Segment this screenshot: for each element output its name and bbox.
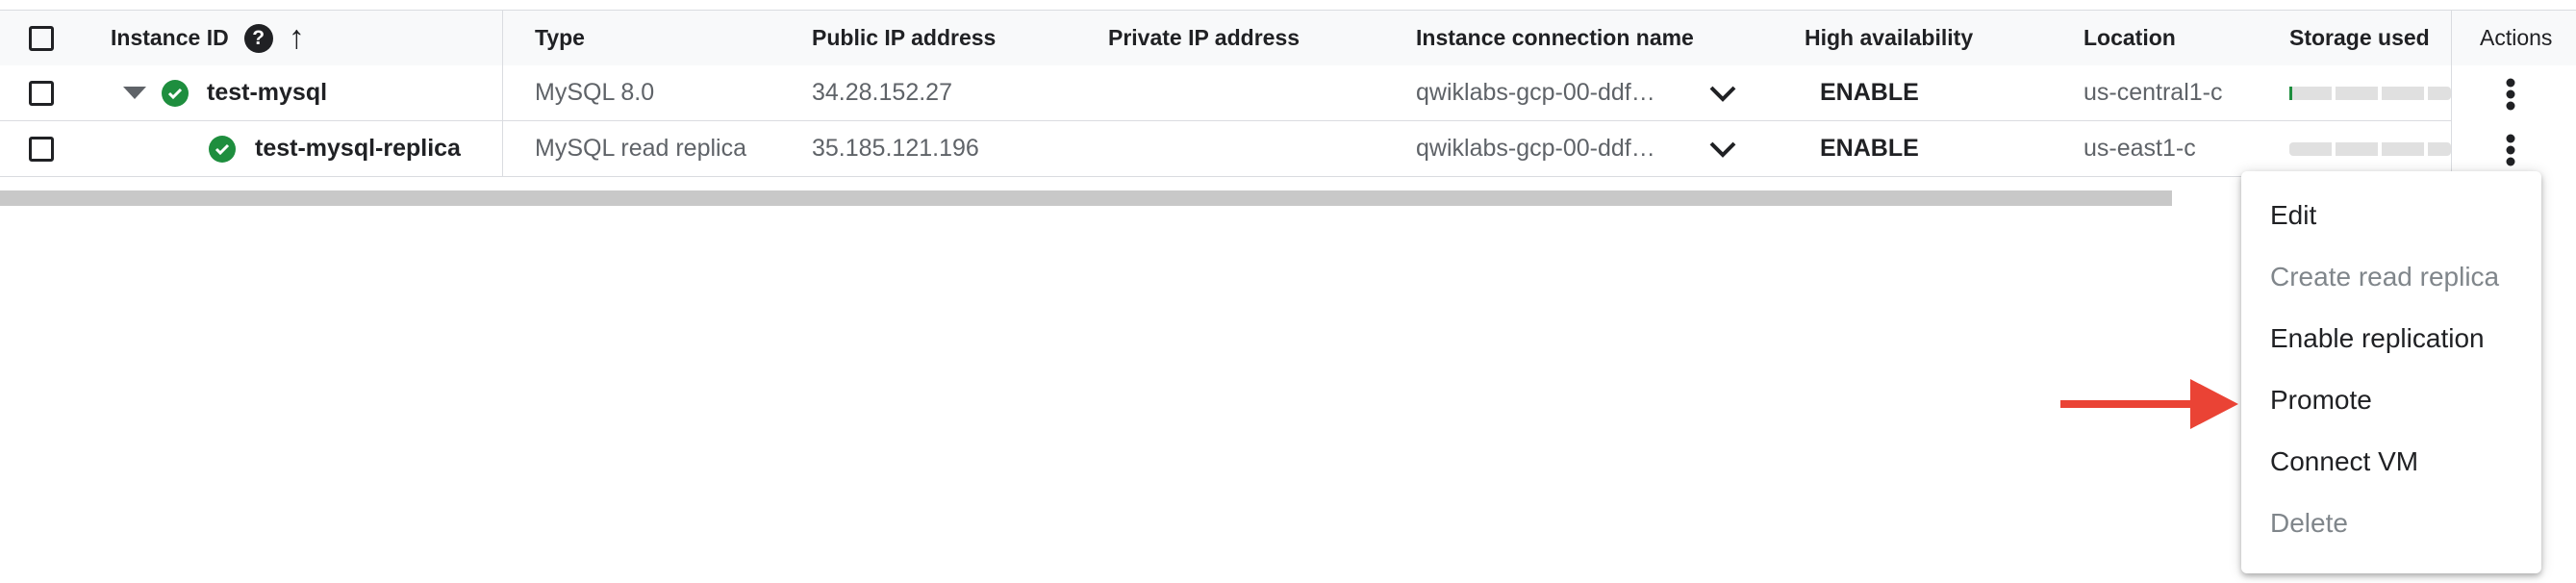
column-divider: [2451, 11, 2452, 65]
storage-bar: [2289, 87, 2451, 100]
row-checkbox[interactable]: [29, 80, 54, 106]
col-actions: Actions: [2480, 25, 2553, 50]
location: us-central1-c: [2084, 79, 2223, 106]
public-ip: 35.185.121.196: [812, 135, 979, 162]
table-row[interactable]: test-mysql MySQL 8.0 34.28.152.27 qwikla…: [0, 65, 2451, 121]
instance-name-link[interactable]: test-mysql: [207, 65, 327, 120]
select-all-checkbox[interactable]: [29, 25, 54, 51]
more-vert-icon[interactable]: [2505, 134, 2516, 171]
col-type: Type: [535, 25, 585, 50]
column-divider: [502, 121, 503, 176]
instance-type: MySQL read replica: [535, 135, 746, 162]
menu-item-connect-vm[interactable]: Connect VM: [2270, 446, 2418, 477]
location: us-east1-c: [2084, 135, 2196, 162]
enable-ha-button[interactable]: ENABLE: [1820, 121, 1919, 176]
public-ip: 34.28.152.27: [812, 79, 952, 106]
col-high-availability: High availability: [1805, 25, 1974, 50]
help-icon[interactable]: ?: [243, 23, 273, 53]
col-instance-id-label: Instance ID: [111, 25, 229, 50]
col-public-ip: Public IP address: [812, 25, 997, 50]
col-location: Location: [2084, 25, 2176, 50]
column-divider: [502, 65, 503, 120]
storage-bar-fill: [2289, 87, 2292, 100]
menu-item-promote[interactable]: Promote: [2270, 385, 2372, 416]
caret-down-icon[interactable]: [123, 65, 146, 120]
horizontal-scrollbar[interactable]: [0, 190, 2172, 206]
actions-menu: Edit Create read replica Enable replicat…: [2241, 171, 2541, 573]
table-row[interactable]: test-mysql-replica MySQL read replica 35…: [0, 121, 2451, 177]
column-divider: [502, 11, 503, 65]
instance-name-link[interactable]: test-mysql-replica: [255, 121, 461, 176]
chevron-down-icon[interactable]: [1708, 65, 1737, 120]
check-circle-icon: [162, 79, 189, 107]
annotation-arrow-icon: [2060, 379, 2238, 429]
col-storage-used: Storage used: [2289, 25, 2430, 50]
col-instance-id[interactable]: Instance ID ? ↑: [111, 11, 305, 65]
row-checkbox[interactable]: [29, 136, 54, 162]
connection-name: qwiklabs-gcp-00-ddf…: [1416, 135, 1655, 162]
menu-item-edit[interactable]: Edit: [2270, 200, 2316, 231]
check-circle-icon: [209, 135, 236, 163]
col-private-ip: Private IP address: [1108, 25, 1301, 50]
menu-item-create-read-replica: Create read replica: [2270, 262, 2500, 292]
menu-item-delete: Delete: [2270, 508, 2348, 538]
connection-name: qwiklabs-gcp-00-ddf…: [1416, 79, 1655, 106]
instance-type: MySQL 8.0: [535, 79, 655, 106]
chevron-down-icon[interactable]: [1708, 121, 1737, 176]
col-connection-name: Instance connection name: [1416, 25, 1694, 50]
storage-bar: [2289, 142, 2451, 156]
table-header: Instance ID ? ↑ Type Public IP address P…: [0, 10, 2576, 66]
menu-item-enable-replication[interactable]: Enable replication: [2270, 323, 2485, 354]
enable-ha-button[interactable]: ENABLE: [1820, 65, 1919, 120]
arrow-up-icon[interactable]: ↑: [289, 19, 305, 57]
more-vert-icon[interactable]: [2505, 78, 2516, 115]
